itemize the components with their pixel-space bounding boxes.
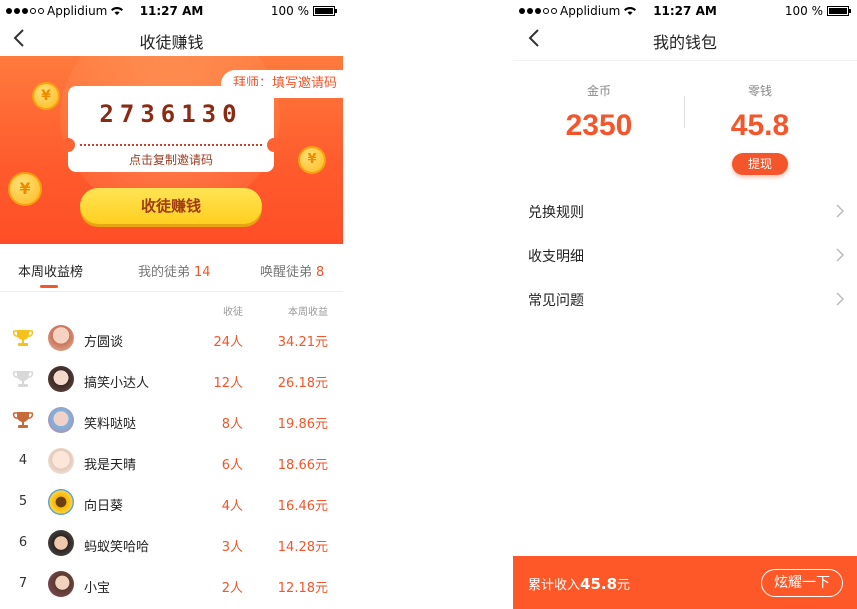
disciple-count: 24人 <box>213 335 243 350</box>
disciple-count: 8人 <box>221 417 243 432</box>
table-header: 收徒 本周收益 <box>0 300 343 318</box>
table-row[interactable]: 5 向日葵 4人 16.46元 <box>0 482 343 523</box>
disciple-count: 14 <box>194 265 211 280</box>
coin-icon: ¥ <box>8 172 42 206</box>
gold-trophy-icon <box>12 330 34 346</box>
user-name: 笑料哒哒 <box>84 417 137 432</box>
invite-banner: ¥ ¥ ¥ 拜师：填写邀请码 2736130 点击复制邀请码 收徒赚钱 <box>0 56 343 244</box>
menu-item-faq[interactable]: 常见问题 <box>513 277 857 321</box>
active-tab-indicator <box>40 285 58 288</box>
tab-bar: 本周收益榜 我的徒弟 14 唤醒徒弟 8 <box>0 244 343 292</box>
battery-percent: 100 % <box>784 4 823 18</box>
cash-value: 45.8 <box>730 109 790 142</box>
column-header-weekly-earnings: 本周收益 <box>288 307 328 318</box>
copy-invite-code-hint[interactable]: 点击复制邀请码 <box>68 151 274 168</box>
weekly-earnings: 34.21元 <box>277 335 328 350</box>
page-title: 我的钱包 <box>652 33 717 52</box>
disciple-count: 3人 <box>221 540 243 555</box>
user-name: 我是天晴 <box>84 458 137 473</box>
user-name: 搞笑小达人 <box>84 376 150 391</box>
menu-item-exchange-rules[interactable]: 兑换规则 <box>513 189 857 233</box>
chevron-right-icon <box>836 248 845 262</box>
tab-my-disciples[interactable]: 我的徒弟 14 <box>138 261 211 280</box>
table-row[interactable]: 笑料哒哒 8人 19.86元 <box>0 400 343 441</box>
avatar <box>48 489 74 515</box>
avatar <box>48 530 74 556</box>
page-title: 收徒赚钱 <box>139 33 204 52</box>
nav-bar: 收徒赚钱 <box>0 22 343 56</box>
coins-label: 金币 <box>586 84 611 98</box>
coin-icon: ¥ <box>32 82 60 110</box>
avatar <box>48 571 74 597</box>
wake-count: 8 <box>316 265 325 280</box>
coins-value: 2350 <box>565 109 633 142</box>
avatar <box>48 407 74 433</box>
total-income-amount: 45.8 <box>580 575 618 593</box>
disciple-count: 4人 <box>221 499 243 514</box>
recruit-disciples-button[interactable]: 收徒赚钱 <box>80 188 262 224</box>
weekly-earnings: 26.18元 <box>277 376 328 391</box>
battery-icon <box>827 6 851 16</box>
disciple-count: 2人 <box>221 581 243 596</box>
weekly-earnings: 16.46元 <box>277 499 328 514</box>
column-header-disciples: 收徒 <box>223 307 243 318</box>
avatar <box>48 325 74 351</box>
chevron-right-icon <box>836 292 845 306</box>
cash-balance: 零钱 45.8 <box>674 82 846 143</box>
chevron-right-icon <box>836 204 845 218</box>
table-row[interactable]: 6 蚂蚁笑哈哈 3人 14.28元 <box>0 523 343 564</box>
weekly-earnings: 19.86元 <box>277 417 328 432</box>
cash-label: 零钱 <box>747 84 772 98</box>
tab-wake-disciples[interactable]: 唤醒徒弟 8 <box>260 261 324 280</box>
table-row[interactable]: 搞笑小达人 12人 26.18元 <box>0 359 343 400</box>
invite-code: 2736130 <box>99 100 243 128</box>
disciple-count: 12人 <box>213 376 243 391</box>
table-row[interactable]: 方圆谈 24人 34.21元 <box>0 318 343 359</box>
invite-code-card[interactable]: 2736130 点击复制邀请码 <box>61 86 281 172</box>
bronze-trophy-icon <box>12 412 34 428</box>
table-row[interactable]: 7 小宝 2人 12.18元 <box>0 564 343 605</box>
avatar <box>48 448 74 474</box>
weekly-earnings: 18.66元 <box>277 458 328 473</box>
withdraw-button[interactable]: 提现 <box>732 153 788 175</box>
show-off-button[interactable]: 炫耀一下 <box>761 569 843 597</box>
nav-bar: 我的钱包 <box>513 22 857 56</box>
invite-screen: Applidium 11:27 AM 100 % 收徒赚钱 ¥ ¥ ¥ 拜师：填… <box>0 0 343 609</box>
status-bar: Applidium 11:27 AM 100 % <box>0 0 343 22</box>
total-income-bar: 累计收入45.8元 炫耀一下 <box>513 556 857 609</box>
user-name: 蚂蚁笑哈哈 <box>84 540 150 555</box>
silver-trophy-icon <box>12 371 34 387</box>
disciple-count: 6人 <box>221 458 243 473</box>
user-name: 方圆谈 <box>84 335 124 350</box>
avatar <box>48 366 74 392</box>
rank-number: 6 <box>18 535 28 550</box>
divider <box>513 60 857 61</box>
battery-icon <box>313 6 337 16</box>
rank-number: 5 <box>18 494 28 509</box>
menu-item-transaction-details[interactable]: 收支明细 <box>513 233 857 277</box>
rank-number: 7 <box>18 576 28 591</box>
rank-number: 4 <box>18 453 28 468</box>
user-name: 小宝 <box>84 581 111 596</box>
tab-weekly-ranking[interactable]: 本周收益榜 <box>18 261 83 280</box>
status-bar: Applidium 11:27 AM 100 % <box>513 0 857 22</box>
coin-icon: ¥ <box>298 146 326 174</box>
battery-percent: 100 % <box>270 4 309 18</box>
table-row[interactable]: 4 我是天晴 6人 18.66元 <box>0 441 343 482</box>
divider <box>80 144 262 146</box>
coins-balance: 金币 2350 <box>513 82 685 143</box>
weekly-earnings: 12.18元 <box>277 581 328 596</box>
weekly-earnings: 14.28元 <box>277 540 328 555</box>
wallet-screen: Applidium 11:27 AM 100 % 我的钱包 金币 2350 零钱… <box>513 0 857 609</box>
total-income: 累计收入45.8元 <box>528 575 631 593</box>
user-name: 向日葵 <box>84 499 124 514</box>
